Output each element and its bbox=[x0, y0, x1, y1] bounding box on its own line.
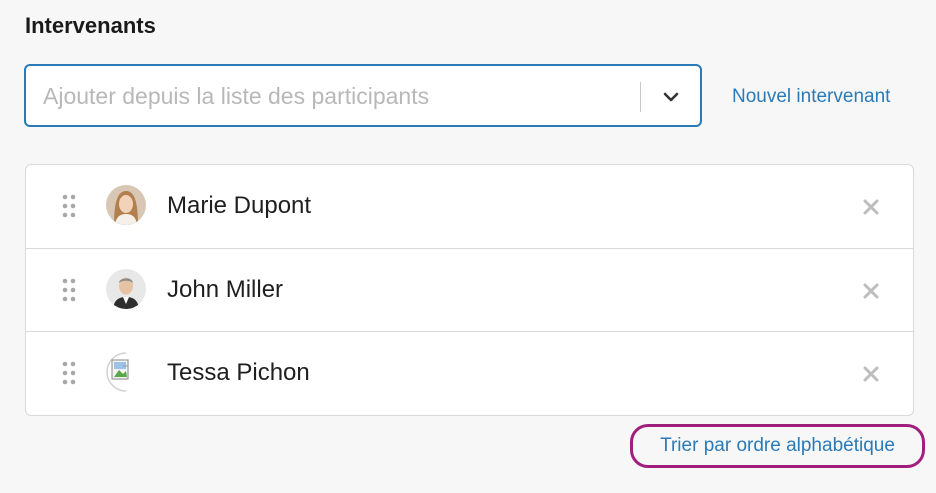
chevron-down-icon[interactable] bbox=[659, 85, 683, 109]
speaker-name: John Miller bbox=[167, 276, 284, 303]
sort-alphabetical-label: Trier par ordre alphabétique bbox=[660, 435, 895, 456]
participant-select-placeholder: Ajouter depuis la liste des participants bbox=[43, 83, 430, 109]
section-title: Intervenants bbox=[25, 13, 156, 38]
avatar bbox=[106, 185, 146, 225]
select-divider bbox=[640, 82, 641, 112]
speaker-row[interactable]: Marie Dupont bbox=[26, 165, 913, 248]
speaker-row[interactable]: John Miller bbox=[26, 248, 913, 332]
drag-handle-icon[interactable] bbox=[62, 194, 76, 218]
speaker-name: Tessa Pichon bbox=[167, 359, 310, 386]
participant-select[interactable]: Ajouter depuis la liste des participants bbox=[24, 64, 702, 127]
speaker-list: Marie Dupont John Miller Tessa Pichon bbox=[25, 164, 914, 416]
avatar bbox=[106, 269, 146, 309]
speaker-row[interactable]: Tessa Pichon bbox=[26, 331, 913, 415]
new-speaker-link[interactable]: Nouvel intervenant bbox=[732, 86, 890, 108]
close-icon[interactable] bbox=[862, 198, 880, 216]
speaker-name: Marie Dupont bbox=[167, 192, 312, 219]
drag-handle-icon[interactable] bbox=[62, 278, 76, 302]
close-icon[interactable] bbox=[862, 365, 880, 383]
drag-handle-icon[interactable] bbox=[62, 361, 76, 385]
sort-alphabetical-link[interactable]: Trier par ordre alphabétique bbox=[630, 424, 925, 468]
broken-image-icon bbox=[106, 352, 146, 392]
close-icon[interactable] bbox=[862, 282, 880, 300]
